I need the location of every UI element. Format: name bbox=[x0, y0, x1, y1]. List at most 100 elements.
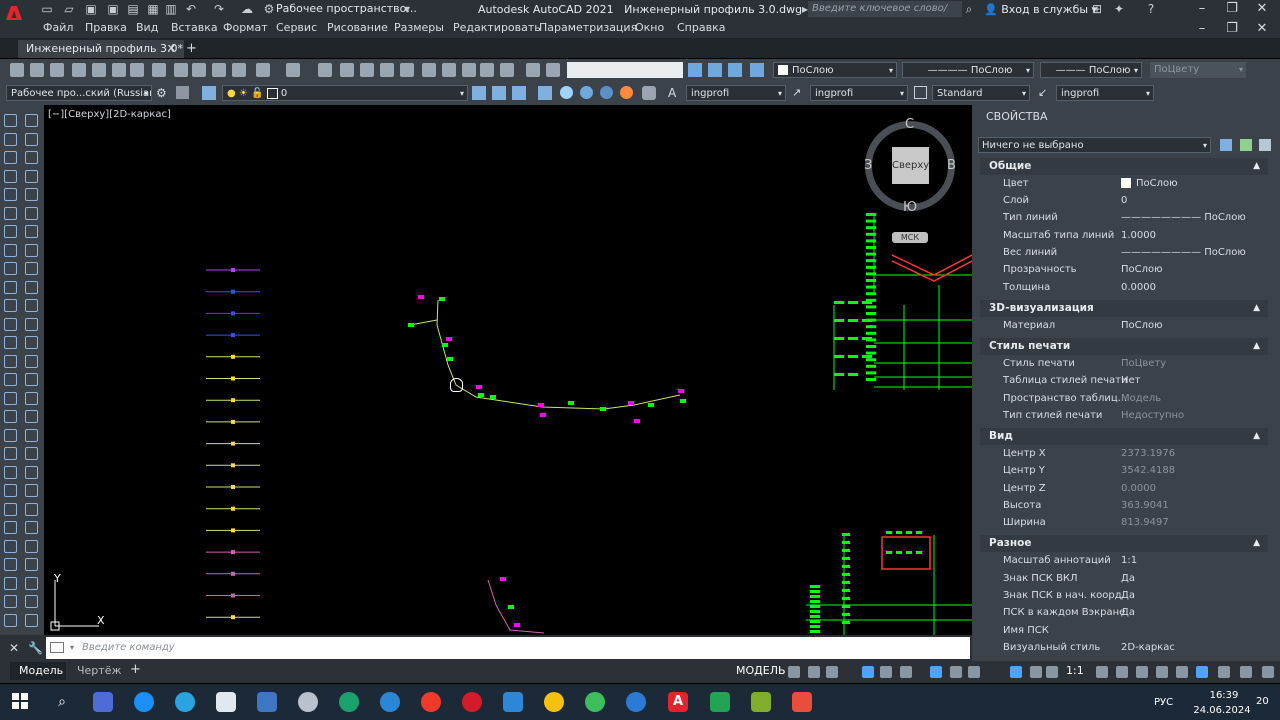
modify-tool-icon[interactable] bbox=[25, 225, 38, 238]
status-toggle-icon[interactable] bbox=[880, 666, 892, 678]
toolbar-tool-icon[interactable] bbox=[546, 63, 560, 77]
prop-lineweight-value[interactable]: ———————— ПоСлою bbox=[1121, 247, 1246, 258]
chrome-icon[interactable] bbox=[544, 692, 564, 712]
layer-match-icon[interactable] bbox=[512, 86, 526, 100]
viewcube-west[interactable]: З bbox=[864, 158, 872, 173]
status-toggle-icon[interactable] bbox=[930, 666, 942, 678]
command-combo[interactable] bbox=[567, 62, 683, 78]
save-as-icon[interactable]: ▣ bbox=[106, 2, 120, 16]
toolbar-tool-icon[interactable] bbox=[380, 63, 394, 77]
modify-tool-icon[interactable] bbox=[25, 299, 38, 312]
shaded-icon[interactable] bbox=[580, 86, 593, 99]
workspace-label[interactable]: Рабочее пространство... bbox=[276, 2, 417, 15]
new-file-icon[interactable]: ▭ bbox=[40, 2, 54, 16]
map-app-icon[interactable] bbox=[751, 692, 771, 712]
civil-app-icon[interactable] bbox=[710, 692, 730, 712]
table-style-icon[interactable] bbox=[914, 86, 927, 99]
cart-icon[interactable]: ⊞ bbox=[1090, 2, 1104, 16]
toolbar-tool-icon[interactable] bbox=[232, 63, 246, 77]
add-layout-icon[interactable]: + bbox=[130, 662, 141, 677]
selection-combo[interactable]: Ничего не выбрано ▾ bbox=[978, 137, 1211, 153]
mleader-style-icon[interactable]: ↙ bbox=[1038, 86, 1047, 99]
save-icon[interactable]: ▣ bbox=[84, 2, 98, 16]
text-style-combo[interactable]: ingprofi ▾ bbox=[686, 85, 786, 101]
tool-app-icon[interactable] bbox=[298, 692, 318, 712]
prop-value[interactable]: Да bbox=[1121, 573, 1135, 584]
cmd-dropdown-icon[interactable]: ▾ bbox=[70, 643, 74, 652]
draw-tool-icon[interactable] bbox=[4, 521, 17, 534]
status-toggle-icon[interactable] bbox=[1240, 666, 1252, 678]
menu-help[interactable]: Справка bbox=[677, 21, 725, 34]
toolbar-tool-icon[interactable] bbox=[462, 63, 476, 77]
draw-tool-icon[interactable] bbox=[4, 558, 17, 571]
layer-prev-icon[interactable] bbox=[750, 63, 764, 77]
toolbar-tool-icon[interactable] bbox=[192, 63, 206, 77]
ucs-menu-button[interactable]: МСК bbox=[892, 232, 928, 243]
viewcube-east[interactable]: В bbox=[947, 158, 956, 173]
prop-value[interactable]: Да bbox=[1121, 590, 1135, 601]
cmd-wrench-icon[interactable]: 🔧 bbox=[28, 641, 43, 655]
modify-tool-icon[interactable] bbox=[25, 428, 38, 442]
dim-style-icon[interactable]: ↗ bbox=[792, 86, 801, 99]
modify-tool-icon[interactable] bbox=[25, 188, 38, 201]
draw-tool-icon[interactable] bbox=[4, 539, 17, 553]
toolbar-tool-icon[interactable] bbox=[500, 63, 514, 77]
prop-value[interactable]: Нет bbox=[1121, 375, 1141, 386]
lock-ui-icon[interactable] bbox=[176, 86, 189, 99]
table-style-combo[interactable]: Standard ▾ bbox=[932, 85, 1030, 101]
color-combo[interactable]: ПоСлою ▾ bbox=[773, 62, 897, 78]
chevron-down-icon[interactable]: ▾ bbox=[400, 2, 414, 16]
linetype-combo[interactable]: ———— ПоСлою ▾ bbox=[902, 62, 1034, 78]
tab-close-icon[interactable]: ✕ bbox=[167, 40, 176, 58]
layer-manager-icon[interactable] bbox=[202, 86, 216, 100]
draw-tool-icon[interactable] bbox=[4, 243, 17, 257]
modify-tool-icon[interactable] bbox=[25, 243, 38, 257]
draw-tool-icon[interactable] bbox=[4, 502, 17, 516]
modify-tool-icon[interactable] bbox=[25, 484, 38, 497]
browser-icon[interactable] bbox=[626, 692, 646, 712]
doc-restore-icon[interactable]: ❐ bbox=[1220, 20, 1244, 40]
car-icon[interactable] bbox=[642, 86, 656, 100]
prop-value[interactable]: 2D-каркас bbox=[1121, 642, 1175, 653]
status-toggle-icon[interactable] bbox=[1030, 666, 1042, 678]
menu-modify[interactable]: Редактировать bbox=[453, 21, 541, 34]
presentation-app-icon[interactable] bbox=[792, 692, 812, 712]
plot-icon[interactable]: ▥ bbox=[164, 2, 178, 16]
menu-file[interactable]: Файл bbox=[43, 21, 73, 34]
modify-tool-icon[interactable] bbox=[25, 447, 38, 460]
section-plot-style[interactable]: Стиль печати ▲ bbox=[980, 338, 1268, 355]
notepad-icon[interactable] bbox=[216, 692, 236, 712]
menu-edit[interactable]: Правка bbox=[85, 21, 127, 34]
layer-combo[interactable]: ● ☀ 🔓 0 ▾ bbox=[222, 85, 468, 101]
draw-tool-icon[interactable] bbox=[4, 280, 17, 294]
visual-style-icon[interactable] bbox=[560, 86, 573, 99]
draw-tool-icon[interactable] bbox=[4, 428, 17, 442]
viewcube-north[interactable]: С bbox=[905, 117, 914, 132]
new-tab-icon[interactable]: + bbox=[186, 41, 197, 56]
workspace-gear-icon[interactable]: ⚙ bbox=[156, 86, 167, 100]
windows-start-icon[interactable] bbox=[12, 693, 28, 709]
toolbar-tool-icon[interactable] bbox=[30, 63, 44, 77]
doc-close-icon[interactable]: ✕ bbox=[1250, 20, 1274, 40]
toolbar-tool-icon[interactable] bbox=[360, 63, 374, 77]
status-toggle-icon[interactable] bbox=[826, 666, 838, 678]
render-icon[interactable] bbox=[620, 86, 633, 99]
draw-tool-icon[interactable] bbox=[4, 188, 17, 201]
menu-view[interactable]: Вид bbox=[136, 21, 158, 34]
opera-icon[interactable] bbox=[462, 692, 482, 712]
status-toggle-icon[interactable] bbox=[1116, 666, 1128, 678]
prop-value[interactable]: ПоСлою bbox=[1121, 264, 1163, 275]
layer-state-icon[interactable] bbox=[728, 63, 742, 77]
undo-icon[interactable]: ↶ bbox=[184, 2, 198, 16]
status-toggle-icon[interactable] bbox=[900, 666, 912, 678]
toolbar-tool-icon[interactable] bbox=[92, 63, 106, 77]
section-view[interactable]: Вид ▲ bbox=[980, 428, 1268, 445]
restore-icon[interactable]: ❐ bbox=[1220, 0, 1244, 20]
share-icon[interactable]: ☁ bbox=[240, 2, 254, 16]
doc-minimize-icon[interactable]: – bbox=[1190, 20, 1214, 40]
draw-tool-icon[interactable] bbox=[4, 317, 17, 331]
status-toggle-icon[interactable] bbox=[1010, 666, 1022, 678]
prop-value[interactable]: 0 bbox=[1121, 195, 1127, 206]
modify-tool-icon[interactable] bbox=[25, 373, 38, 386]
draw-tool-icon[interactable] bbox=[4, 391, 17, 405]
